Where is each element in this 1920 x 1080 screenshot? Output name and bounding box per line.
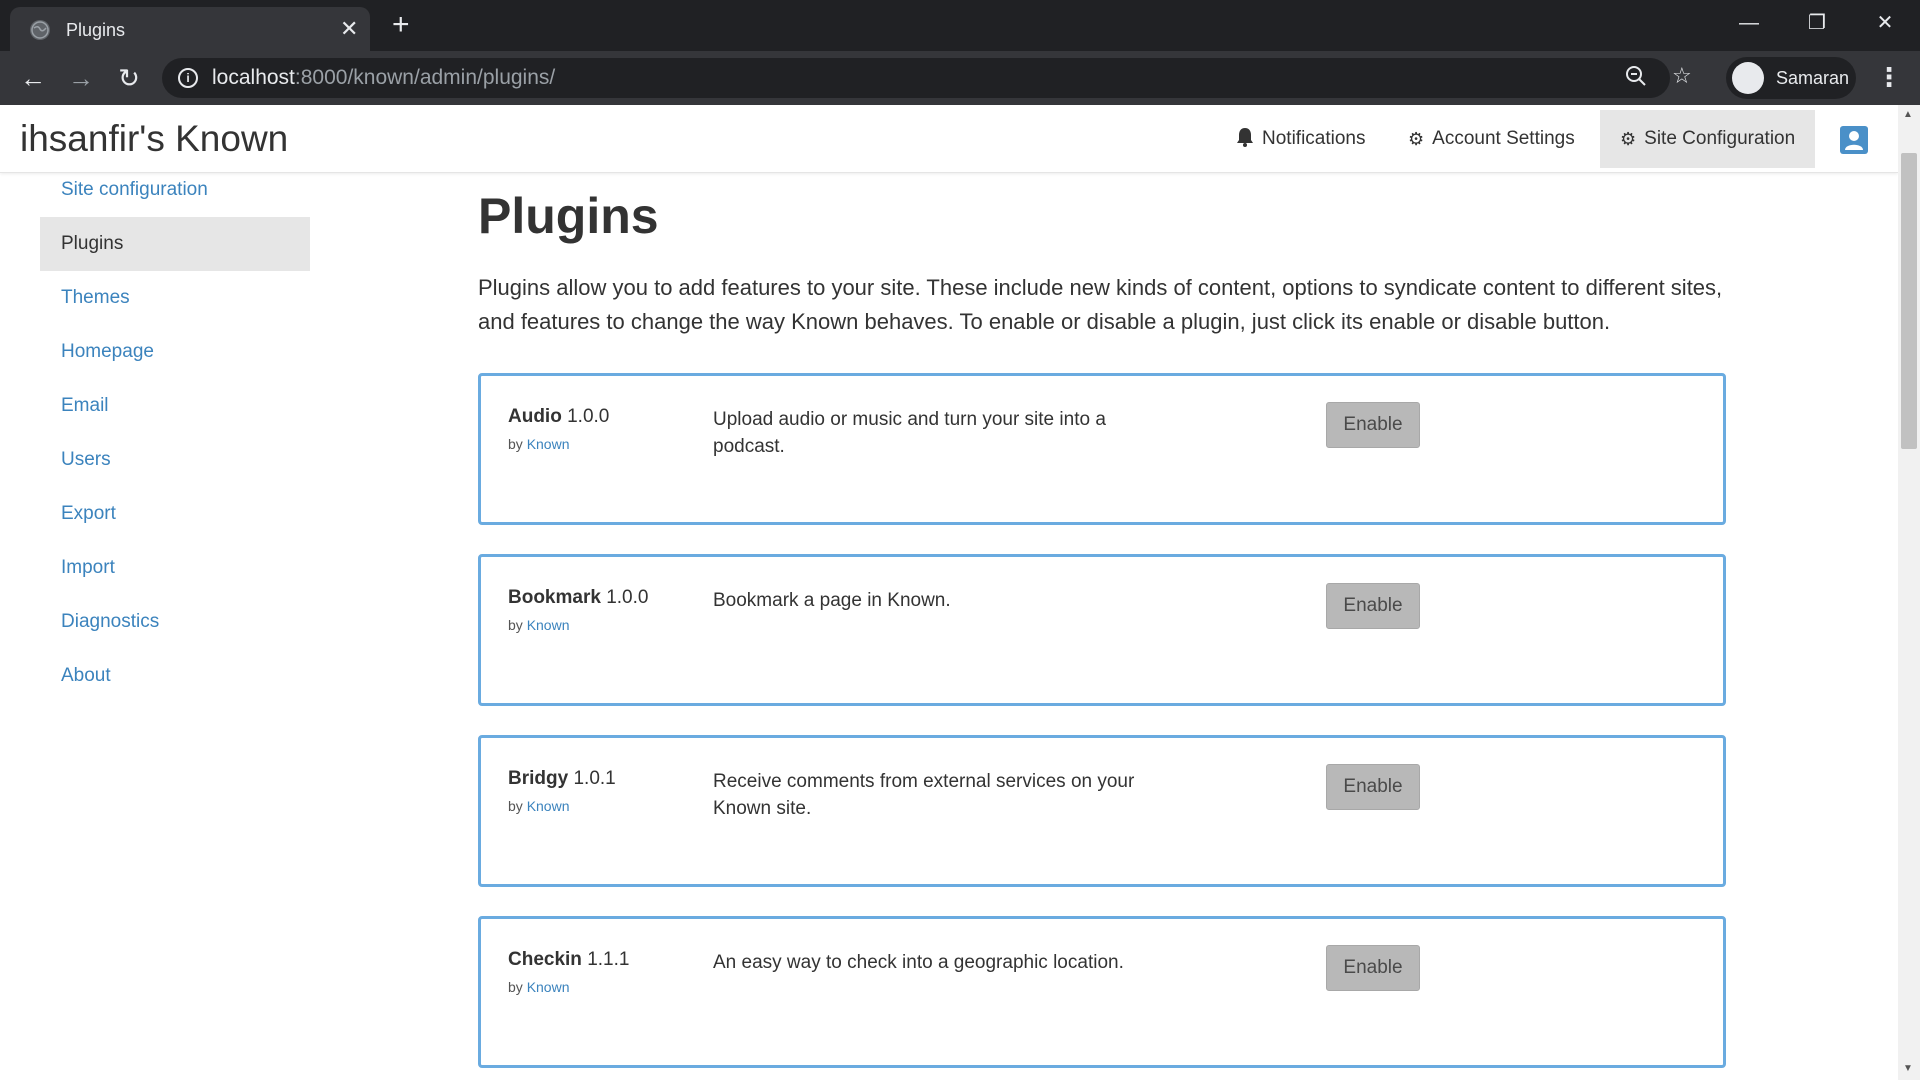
gears-icon: ⚙ <box>1620 128 1637 149</box>
nav-site-configuration[interactable]: ⚙ Site Configuration <box>1600 110 1816 168</box>
scroll-down-icon[interactable]: ▼ <box>1903 1063 1913 1074</box>
admin-sidebar: Site configuration Plugins Themes Homepa… <box>40 163 310 703</box>
nav-label: Notifications <box>1262 128 1366 149</box>
url-text[interactable]: localhost:8000/known/admin/plugins/ <box>212 66 555 90</box>
plugin-author: by Known <box>508 617 570 633</box>
plugin-author-link[interactable]: Known <box>527 436 570 452</box>
sidebar-item-users[interactable]: Users <box>40 433 310 487</box>
plugin-description: Receive comments from external services … <box>713 771 1135 819</box>
browser-tab[interactable]: Plugins ✕ <box>10 7 370 51</box>
page-content: ihsanfir's Known Notifications ⚙ Account… <box>0 105 1898 1080</box>
plugin-card-bookmark: Bookmark 1.0.0 by Known Bookmark a page … <box>478 554 1726 706</box>
back-arrow-icon[interactable]: ← <box>18 63 48 93</box>
plugin-title: Bridgy <box>508 768 569 789</box>
main-content: Plugins Plugins allow you to add feature… <box>478 187 1728 1068</box>
globe-icon <box>30 20 50 40</box>
sidebar-item-export[interactable]: Export <box>40 487 310 541</box>
plugin-card-checkin: Checkin 1.1.1 by Known An easy way to ch… <box>478 916 1726 1068</box>
plugin-name: Checkin 1.1.1 <box>508 949 629 971</box>
plugin-card-audio: Audio 1.0.0 by Known Upload audio or mus… <box>478 373 1726 525</box>
restore-icon[interactable]: ❐ <box>1794 8 1840 38</box>
sidebar-item-import[interactable]: Import <box>40 541 310 595</box>
plugin-title: Audio <box>508 406 562 427</box>
nav-notifications[interactable]: Notifications <box>1236 105 1366 173</box>
url-host: localhost <box>212 66 295 89</box>
browser-toolbar: ← → ↻ i localhost:8000/known/admin/plugi… <box>0 51 1920 105</box>
new-tab-button[interactable]: + <box>392 10 410 40</box>
plugin-author: by Known <box>508 436 570 452</box>
bell-icon <box>1236 127 1254 152</box>
profile-name: Samaran <box>1776 68 1850 88</box>
close-window-icon[interactable]: ✕ <box>1862 8 1908 38</box>
user-icon[interactable] <box>1840 126 1868 154</box>
url-path: :8000/known/admin/plugins/ <box>294 66 556 89</box>
page-scrollbar[interactable]: ▲ ▼ <box>1898 105 1920 1080</box>
plugin-title: Bookmark <box>508 587 601 608</box>
info-icon[interactable]: i <box>178 68 198 88</box>
enable-button[interactable]: Enable <box>1326 945 1420 991</box>
plugin-name: Bridgy 1.0.1 <box>508 768 616 790</box>
incognito-icon <box>1732 62 1764 94</box>
browser-tabstrip: Plugins ✕ + — ❐ ✕ <box>0 0 1920 51</box>
gear-icon: ⚙ <box>1408 128 1425 149</box>
plugin-description: Upload audio or music and turn your site… <box>713 409 1106 457</box>
plugin-version: 1.0.1 <box>573 768 616 789</box>
plugin-name: Bookmark 1.0.0 <box>508 587 648 609</box>
sidebar-item-site-configuration[interactable]: Site configuration <box>40 163 310 217</box>
sidebar-item-plugins[interactable]: Plugins <box>40 217 310 271</box>
sidebar-item-diagnostics[interactable]: Diagnostics <box>40 595 310 649</box>
reload-icon[interactable]: ↻ <box>114 63 144 93</box>
tab-title: Plugins <box>66 20 126 40</box>
sidebar-item-homepage[interactable]: Homepage <box>40 325 310 379</box>
plugin-author: by Known <box>508 798 570 814</box>
plugin-by: by <box>508 436 523 452</box>
nav-label: Site Configuration <box>1644 128 1796 149</box>
profile-button[interactable]: Samaran <box>1726 57 1856 99</box>
plugin-author: by Known <box>508 979 570 995</box>
intro-text: Plugins allow you to add features to you… <box>478 275 1723 334</box>
plugin-author-link[interactable]: Known <box>527 798 570 814</box>
sidebar-item-themes[interactable]: Themes <box>40 271 310 325</box>
menu-dots-icon[interactable]: ⋮ <box>1876 64 1902 90</box>
enable-button[interactable]: Enable <box>1326 583 1420 629</box>
plugin-version: 1.0.0 <box>606 587 649 608</box>
enable-button[interactable]: Enable <box>1326 764 1420 810</box>
enable-button[interactable]: Enable <box>1326 402 1420 448</box>
scroll-thumb[interactable] <box>1901 153 1917 449</box>
plugin-version: 1.0.0 <box>567 406 610 427</box>
plugin-description: An easy way to check into a geographic l… <box>713 952 1124 973</box>
page-title: Plugins <box>478 188 659 244</box>
scroll-up-icon[interactable]: ▲ <box>1903 109 1913 120</box>
plugin-author-link[interactable]: Known <box>527 979 570 995</box>
close-tab-icon[interactable]: ✕ <box>340 17 358 41</box>
forward-arrow-icon[interactable]: → <box>66 63 96 93</box>
plugin-by: by <box>508 798 523 814</box>
plugin-version: 1.1.1 <box>587 949 630 970</box>
plugin-card-bridgy: Bridgy 1.0.1 by Known Receive comments f… <box>478 735 1726 887</box>
plugin-by: by <box>508 617 523 633</box>
plugin-by: by <box>508 979 523 995</box>
site-title[interactable]: ihsanfir's Known <box>20 118 288 160</box>
plugin-name: Audio 1.0.0 <box>508 406 609 428</box>
address-bar[interactable]: i localhost:8000/known/admin/plugins/ ☆ <box>162 58 1692 98</box>
sidebar-item-about[interactable]: About <box>40 649 310 703</box>
plugin-author-link[interactable]: Known <box>527 617 570 633</box>
star-icon[interactable]: ☆ <box>1672 63 1692 89</box>
nav-account-settings[interactable]: ⚙ Account Settings <box>1408 105 1575 173</box>
nav-label: Account Settings <box>1432 128 1575 149</box>
zoom-icon[interactable] <box>1624 64 1648 94</box>
plugin-description: Bookmark a page in Known. <box>713 590 951 611</box>
plugin-title: Checkin <box>508 949 582 970</box>
sidebar-item-email[interactable]: Email <box>40 379 310 433</box>
minimize-icon[interactable]: — <box>1726 8 1772 38</box>
